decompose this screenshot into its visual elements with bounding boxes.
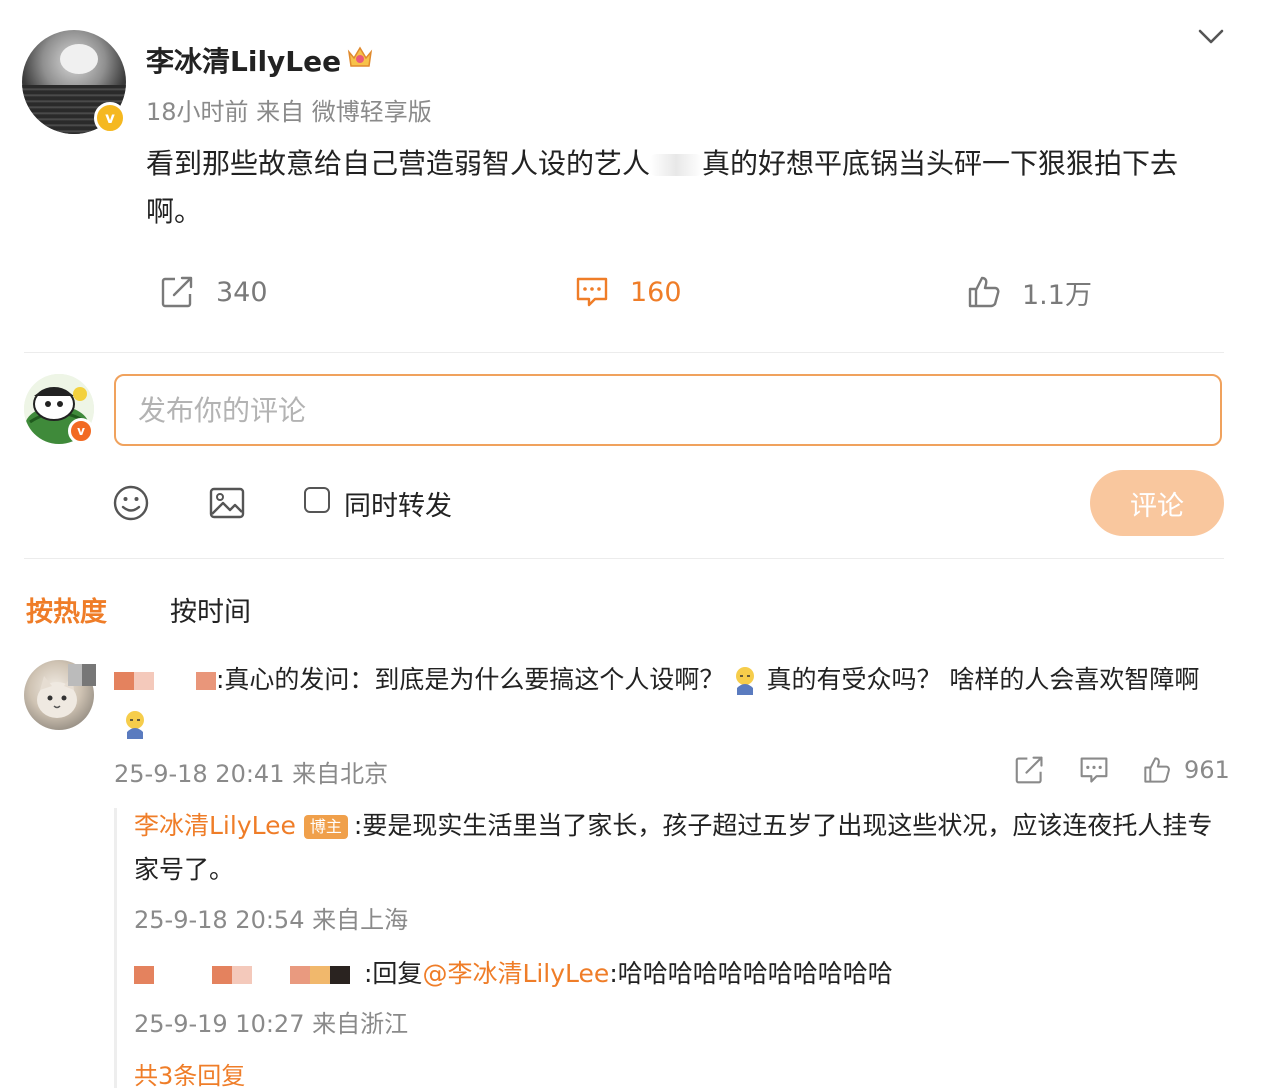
reply-prefix: :回复 — [364, 959, 423, 988]
reply-meta: 25-9-19 10:27 来自浙江 — [134, 1010, 409, 1038]
reply-item: :回复@李冰清LilyLee:哈哈哈哈哈哈哈哈哈哈哈 — [134, 952, 1224, 996]
chevron-down-icon[interactable] — [1196, 24, 1226, 48]
username-mosaic[interactable] — [330, 966, 350, 984]
comment-text-part2: 真的有受众吗？ 啥样的人会喜欢智障啊 — [766, 665, 1200, 694]
comment-count: 160 — [630, 276, 682, 308]
repost-icon — [161, 276, 193, 308]
comment-like-count: 961 — [1184, 756, 1230, 784]
tab-sort-by-hot[interactable]: 按热度 — [26, 590, 107, 629]
comment-text-part1: :真心的发问：到底是为什么要搞这个人设啊？ — [216, 665, 725, 694]
reply-author[interactable]: 李冰清LilyLee — [134, 811, 296, 840]
submit-comment-button[interactable]: 评论 — [1090, 470, 1224, 536]
avatar-cloud — [60, 44, 98, 74]
crown-icon — [347, 46, 373, 67]
comment-text: :真心的发问：到底是为什么要搞这个人设啊？ 真的有受众吗？ 啥样的人会喜欢智障啊 — [114, 658, 1226, 746]
image-icon[interactable] — [208, 484, 246, 522]
comment-button[interactable]: 160 — [574, 272, 682, 312]
username-mosaic[interactable] — [114, 672, 134, 690]
repost-icon — [1015, 756, 1043, 784]
reply-item: 李冰清LilyLee 博主:要是现实生活里当了家长，孩子超过五岁了出现这些状况，应… — [134, 804, 1224, 892]
divider — [24, 352, 1224, 353]
username-mosaic — [252, 966, 290, 984]
username-mosaic — [154, 966, 212, 984]
like-button[interactable]: 1.1万 — [966, 272, 1092, 312]
comment-icon — [576, 277, 608, 307]
divider — [24, 558, 1224, 559]
repost-checkbox[interactable] — [304, 487, 330, 513]
comment-icon — [1080, 757, 1108, 783]
username-mosaic[interactable] — [134, 966, 154, 984]
crying-emoji-icon — [126, 711, 144, 739]
post-text-part1: 看到那些故意给自己营造弱智人设的艺人 — [146, 147, 651, 180]
username-mosaic[interactable] — [212, 966, 232, 984]
username-mosaic[interactable] — [134, 672, 154, 690]
reply-meta: 25-9-18 20:54 来自上海 — [134, 906, 409, 934]
author-name[interactable]: 李冰清LilyLee — [146, 40, 341, 80]
reply-mention[interactable]: @李冰清LilyLee — [422, 959, 609, 988]
comment-like-button[interactable]: 961 — [1142, 754, 1230, 786]
my-verified-icon: v — [68, 418, 94, 444]
username-mosaic[interactable] — [310, 966, 330, 984]
reply-text: :哈哈哈哈哈哈哈哈哈哈哈 — [609, 959, 893, 988]
reply-thread-line — [114, 808, 117, 1088]
username-mosaic[interactable] — [290, 966, 310, 984]
username-mosaic[interactable] — [232, 966, 252, 984]
comment-input[interactable] — [114, 374, 1222, 446]
verified-icon: v — [94, 102, 126, 134]
username-mosaic[interactable] — [196, 672, 216, 690]
comment-reply-button[interactable] — [1078, 754, 1110, 786]
like-count: 1.1万 — [1022, 279, 1092, 311]
more-replies-link[interactable]: 共3条回复 — [134, 1056, 245, 1091]
username-mosaic — [154, 672, 196, 690]
like-icon — [1144, 757, 1170, 783]
author-badge: 博主 — [303, 815, 348, 839]
comment-meta: 25-9-18 20:41 来自北京 — [114, 760, 389, 788]
avatar-frame-mosaic — [68, 664, 96, 686]
post-text: 看到那些故意给自己营造弱智人设的艺人 真的好想平底锅当头砰一下狠狠拍下去啊。 — [146, 140, 1226, 236]
repost-button[interactable]: 340 — [160, 272, 268, 312]
like-icon — [968, 276, 1000, 308]
tab-sort-by-time[interactable]: 按时间 — [170, 590, 251, 629]
post-meta: 18小时前 来自 微博轻享版 — [146, 98, 432, 126]
repost-count: 340 — [216, 276, 268, 308]
blurred-mention — [650, 154, 703, 176]
crying-emoji-icon — [736, 667, 755, 695]
comment-repost-button[interactable] — [1014, 754, 1046, 786]
repost-checkbox-label[interactable]: 同时转发 — [344, 484, 452, 523]
emoji-icon[interactable] — [112, 484, 150, 522]
